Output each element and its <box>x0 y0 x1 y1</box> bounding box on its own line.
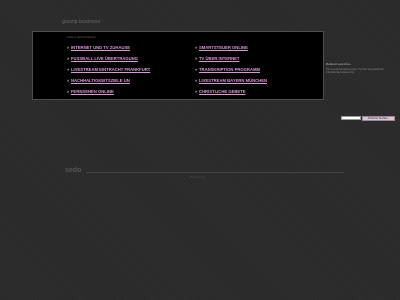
link-fussball-live[interactable]: » FUSSBALL LIVE ÜBERTRAGUNG <box>67 56 138 61</box>
footer-divider <box>86 172 344 173</box>
link-label: LIVESTREAM EINTRACHT FRANKFURT <box>71 67 151 72</box>
link-label: TRANSKRIPTION PROGRAMM <box>199 67 260 72</box>
sidebar-title: Related searches <box>326 62 351 66</box>
link-christliche-gebete[interactable]: » CHRISTLICHE GEBETE <box>195 89 246 94</box>
link-fernsehen-online[interactable]: » FERNSEHEN ONLINE <box>67 89 114 94</box>
privacy-link[interactable]: Privacy Policy <box>190 176 206 179</box>
link-internet-tv[interactable]: » INTERNET UND TV ZUHAUSE <box>67 45 130 50</box>
link-label: CHRISTLICHE GEBETE <box>199 89 246 94</box>
link-label: FERNSEHEN ONLINE <box>71 89 114 94</box>
link-livestream-bayern[interactable]: » LIVESTREAM BAYERN MÜNCHEN <box>195 78 267 83</box>
link-tv-internet[interactable]: » TV ÜBER INTERNET <box>195 56 239 61</box>
sidebar-text: This is a domain parking page. The links… <box>326 69 384 75</box>
link-label: SMARTSTEUER ONLINE <box>199 45 248 50</box>
sidebar-info: Related searches This is a domain parkin… <box>326 62 396 75</box>
search-button[interactable]: Ähnlicher Suchbe... <box>362 116 395 121</box>
link-label: TV ÜBER INTERNET <box>199 56 240 61</box>
search-input[interactable] <box>341 116 361 120</box>
link-livestream-frankfurt[interactable]: » LIVESTREAM EINTRACHT FRANKFURT <box>67 67 150 72</box>
link-label: INTERNET UND TV ZUHAUSE <box>71 45 131 50</box>
footer-logo[interactable]: sedo <box>65 167 81 174</box>
link-transkription[interactable]: » TRANSKRIPTION PROGRAMM <box>195 67 260 72</box>
link-label: LIVESTREAM BAYERN MÜNCHEN <box>199 78 268 83</box>
link-nachhaltigkeit[interactable]: » NACHHALTIGKEITSZIELE UN <box>67 78 130 83</box>
link-label: FUSSBALL LIVE ÜBERTRAGUNG <box>71 56 138 61</box>
link-label: NACHHALTIGKEITSZIELE UN <box>71 78 130 83</box>
domain-title: gozzip.business <box>62 19 101 25</box>
panel-heading: Links zu gozzip.business <box>67 36 96 39</box>
links-panel: Links zu gozzip.business » INTERNET UND T… <box>32 31 324 100</box>
link-smartsteuer[interactable]: » SMARTSTEUER ONLINE <box>195 45 248 50</box>
